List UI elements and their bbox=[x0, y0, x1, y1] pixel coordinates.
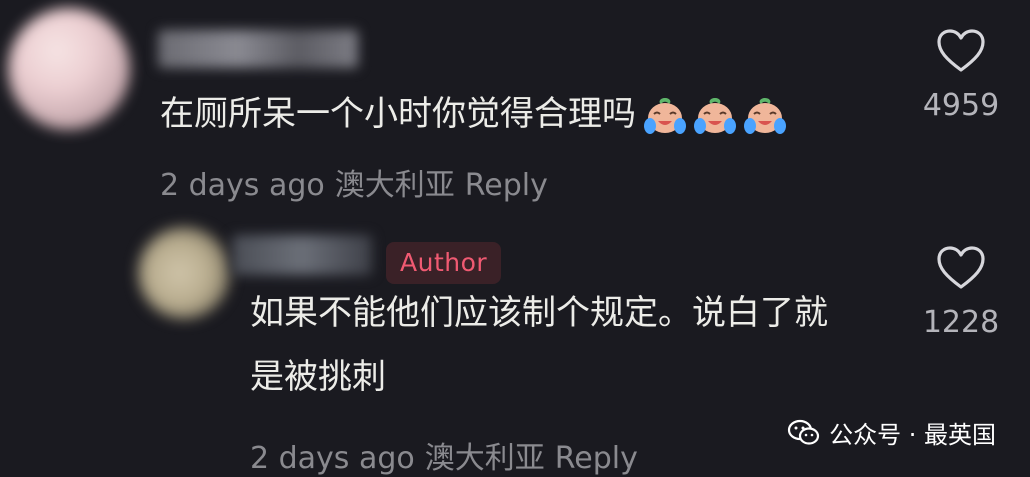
emoji-row bbox=[642, 95, 788, 137]
reply-button[interactable]: Reply bbox=[465, 168, 548, 203]
comment-meta: 2 days ago 澳大利亚 Reply bbox=[160, 160, 558, 204]
comment-text: 在厕所呆一个小时你觉得合理吗 bbox=[160, 88, 900, 141]
watermark-text: 公众号 · 最英国 bbox=[829, 421, 996, 449]
comment-item: 在厕所呆一个小时你觉得合理吗 2 days ago 澳大利亚 Reply 495… bbox=[0, 0, 1030, 215]
comment-meta: 2 days ago 澳大利亚 Reply bbox=[250, 433, 648, 477]
like-count: 4959 bbox=[922, 88, 1000, 123]
crying-face-icon bbox=[644, 97, 686, 134]
comment-text: 如果不能他们应该制个规定。说白了就是被挑刺 bbox=[250, 293, 828, 397]
author-badge: Author bbox=[386, 242, 502, 284]
username-blurred[interactable] bbox=[158, 30, 358, 68]
crying-face-icon bbox=[694, 97, 736, 134]
heart-icon bbox=[937, 246, 985, 289]
comment-location: 澳大利亚 bbox=[424, 441, 545, 476]
crying-face-icon bbox=[744, 97, 786, 134]
like-button[interactable]: 4959 bbox=[916, 28, 1006, 123]
avatar[interactable] bbox=[8, 8, 130, 130]
comment-time: 2 days ago bbox=[250, 441, 415, 476]
heart-icon bbox=[937, 29, 985, 72]
avatar[interactable] bbox=[138, 227, 230, 319]
like-count: 1228 bbox=[922, 305, 1000, 340]
comment-text-content: 在厕所呆一个小时你觉得合理吗 bbox=[160, 94, 636, 134]
comment-location: 澳大利亚 bbox=[334, 168, 455, 203]
like-button[interactable]: 1228 bbox=[916, 245, 1006, 340]
username-blurred[interactable] bbox=[232, 235, 372, 275]
reply-button[interactable]: Reply bbox=[555, 441, 638, 476]
wechat-icon bbox=[788, 419, 820, 445]
watermark: 公众号 · 最英国 bbox=[787, 415, 996, 450]
comment-time: 2 days ago bbox=[160, 168, 325, 203]
